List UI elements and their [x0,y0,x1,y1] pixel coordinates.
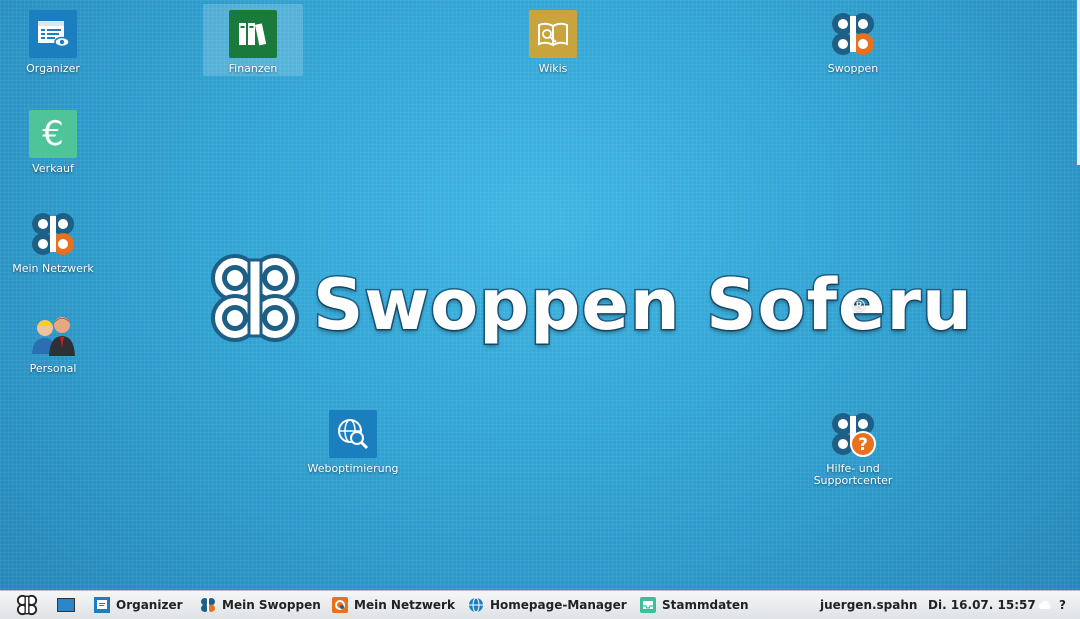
globe-magnifier-icon [329,410,377,458]
open-book-icon [529,10,577,58]
help-button[interactable]: ? [1059,591,1066,619]
desktop-icon-swoppen[interactable]: Swoppen [803,4,903,76]
taskbar-item-homepage-manager[interactable]: Homepage-Manager [468,591,627,619]
desktop-icon-label: Swoppen [827,62,879,75]
desktop-icon-label: Verkauf [32,162,74,175]
help-question-icon: ? [829,410,877,458]
taskbar: Organizer Mein Swoppen Mein Netzwerk Hom… [0,590,1080,619]
desktop-icon-hilfe-supportcenter[interactable]: ? Hilfe- und Supportcenter [803,404,903,488]
taskbar-label: Organizer [116,598,183,612]
network-icon [332,597,348,613]
euro-icon: € [29,110,77,158]
desktop-icon-verkauf[interactable]: € Verkauf [3,104,103,176]
desktop-icon [57,598,75,612]
taskbar-item-mein-netzwerk[interactable]: Mein Netzwerk [332,591,455,619]
desktop-icon-mein-netzwerk[interactable]: Mein Netzwerk [3,204,103,276]
start-button[interactable] [16,591,38,619]
taskbar-label: Mein Swoppen [222,598,321,612]
brand-wordmark: Swoppen Soferu [312,263,974,348]
people-icon [29,310,77,358]
desktop-icon-label: Mein Netzwerk [12,262,94,275]
user-name[interactable]: juergen.spahn [820,591,917,619]
desktop-icon-wikis[interactable]: Wikis [503,4,603,76]
desktop-icon-personal[interactable]: Personal [3,304,103,376]
desktop-icon-organizer[interactable]: Organizer [3,4,103,76]
taskbar-label: Stammdaten [662,598,749,612]
taskbar-item-organizer[interactable]: Organizer [94,591,183,619]
organizer-form-icon [29,10,77,58]
desktop-icon-label: Weboptimierung [307,462,399,475]
taskbar-item-mein-swoppen[interactable]: Mein Swoppen [200,591,321,619]
taskbar-label: Mein Netzwerk [354,598,455,612]
taskbar-label: Homepage-Manager [490,598,627,612]
swoppen-logo-icon [29,210,77,258]
desktop-icon-label: Hilfe- und Supportcenter [813,462,893,487]
swoppen-logo-icon [211,254,299,342]
clock: Di. 16.07. 15:57 [928,598,1036,612]
taskbar-item-stammdaten[interactable]: Stammdaten [640,591,749,619]
organizer-form-icon [94,597,110,613]
cloud-icon[interactable] [1039,591,1051,619]
desktop-icon-label: Finanzen [228,62,278,75]
svg-text:?: ? [858,435,868,455]
show-desktop-button[interactable] [57,591,75,619]
swoppen-logo-icon [200,597,216,613]
binders-icon [229,10,277,58]
globe-icon [468,597,484,613]
swoppen-start-icon [16,594,38,616]
desktop-icon-label: Organizer [26,62,80,75]
desktop-icon-label: Personal [29,362,77,375]
inbox-icon [640,597,656,613]
registered-mark: ® [851,296,867,315]
swoppen-logo-icon [829,10,877,58]
desktop-icon-weboptimierung[interactable]: Weboptimierung [303,404,403,476]
desktop-icon-label: Wikis [538,62,568,75]
desktop-icon-finanzen[interactable]: Finanzen [203,4,303,76]
brand-logo: Swoppen Soferu ® [205,250,973,370]
